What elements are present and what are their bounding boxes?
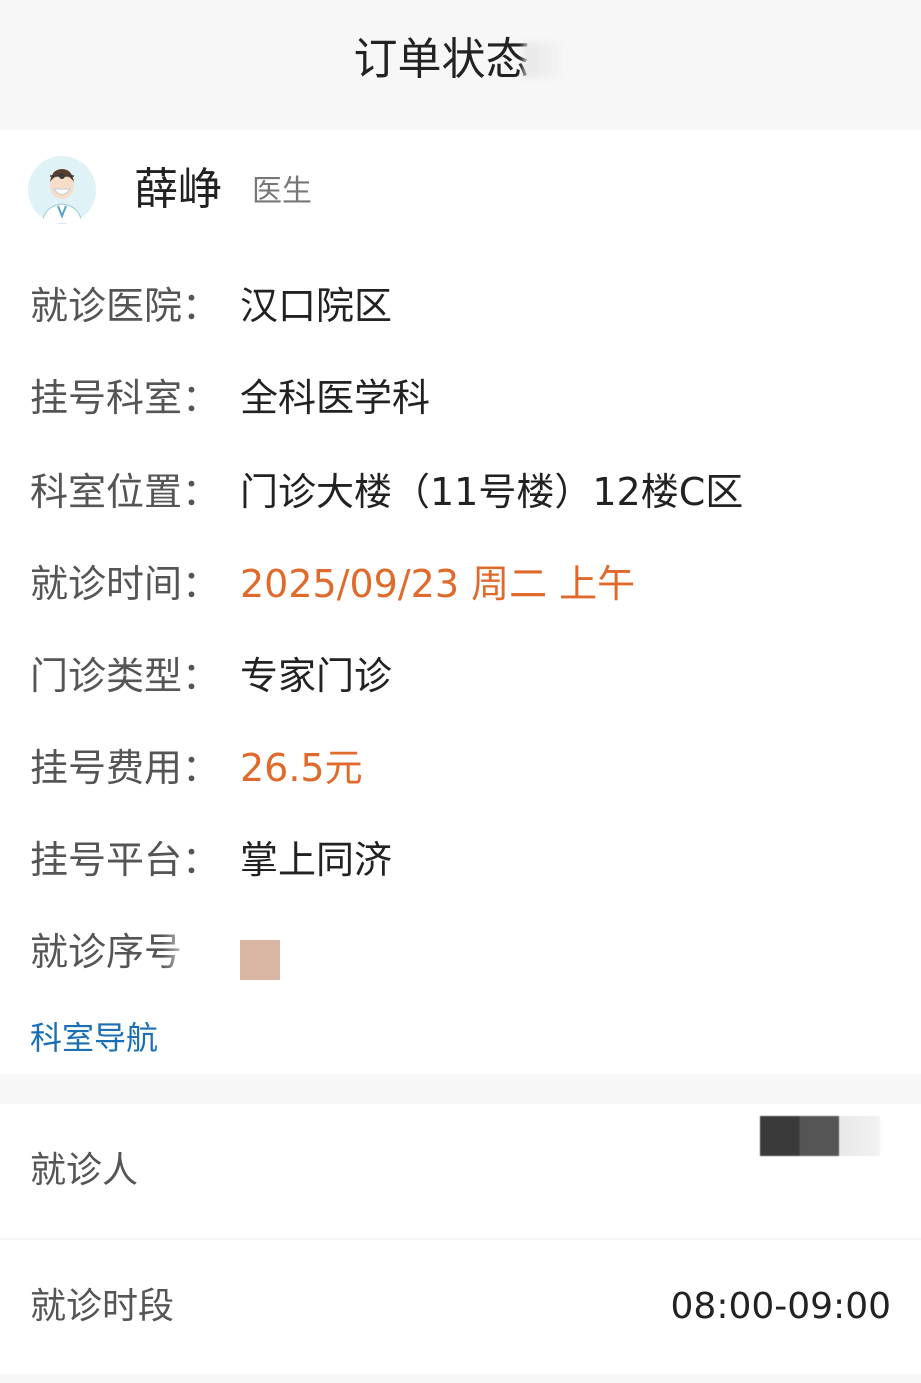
department-label: 挂号科室： bbox=[30, 376, 221, 420]
patient-label: 就诊人 bbox=[30, 1150, 139, 1191]
info-row-fee: 挂号费用： 26.5元 bbox=[30, 742, 363, 794]
info-row-department: 挂号科室： 全科医学科 bbox=[30, 372, 430, 424]
doctor-name: 薛峥 bbox=[134, 164, 222, 215]
doctor-card[interactable]: 薛峥 医生 bbox=[0, 130, 921, 253]
patient-row[interactable]: 就诊人 bbox=[0, 1104, 921, 1239]
page-title-text: 订单状态 bbox=[353, 34, 530, 85]
sequence-redacted-value bbox=[240, 940, 280, 980]
visit-period-label: 就诊时段 bbox=[30, 1286, 175, 1327]
clinic-type-value: 专家门诊 bbox=[240, 654, 393, 698]
visit-time-value: 2025/09/23 周二 上午 bbox=[240, 562, 636, 606]
info-row-location: 科室位置： 门诊大楼（11号楼）12楼C区 bbox=[30, 466, 743, 518]
registration-info-card: 就诊医院： 汉口院区 挂号科室： 全科医学科 科室位置： 门诊大楼（11号楼）1… bbox=[0, 252, 921, 1074]
clinic-type-label: 门诊类型： bbox=[30, 654, 221, 698]
info-row-clinic-type: 门诊类型： 专家门诊 bbox=[30, 650, 392, 702]
fee-label: 挂号费用： bbox=[30, 746, 221, 790]
hospital-label: 就诊医院： bbox=[30, 284, 221, 328]
visit-period-row: 就诊时段 08:00-09:00 bbox=[0, 1240, 921, 1374]
doctor-role: 医生 bbox=[252, 174, 312, 209]
visit-period-value: 08:00-09:00 bbox=[670, 1286, 891, 1327]
page-title: 订单状态 bbox=[0, 34, 921, 86]
location-value: 门诊大楼（11号楼）12楼C区 bbox=[240, 470, 744, 514]
hospital-value: 汉口院区 bbox=[240, 284, 393, 328]
info-row-sequence: 就诊序号 bbox=[30, 926, 280, 980]
visit-time-label: 就诊时间： bbox=[30, 562, 221, 606]
info-row-hospital: 就诊医院： 汉口院区 bbox=[30, 280, 392, 332]
title-blur-overlay bbox=[523, 42, 568, 78]
location-label: 科室位置： bbox=[30, 470, 221, 514]
platform-label: 挂号平台： bbox=[30, 838, 221, 882]
order-status-page: 订单状态 薛峥 医生 就诊医院： 汉口院区 挂号科室： 全科医学科 科室位置： … bbox=[0, 0, 921, 1383]
doctor-avatar-icon bbox=[28, 156, 96, 224]
header-bar: 订单状态 bbox=[0, 0, 921, 126]
sequence-label-text: 就诊序号 bbox=[30, 930, 183, 974]
info-row-platform: 挂号平台： 掌上同济 bbox=[30, 834, 392, 886]
department-value: 全科医学科 bbox=[240, 376, 431, 420]
department-navigation-link[interactable]: 科室导航 bbox=[30, 1018, 158, 1058]
info-row-visit-time: 就诊时间： 2025/09/23 周二 上午 bbox=[30, 558, 635, 610]
sequence-label: 就诊序号 bbox=[30, 926, 240, 978]
platform-value: 掌上同济 bbox=[240, 838, 393, 882]
sequence-label-fade bbox=[162, 931, 193, 971]
patient-name-redacted bbox=[760, 1116, 880, 1156]
fee-value: 26.5元 bbox=[240, 746, 363, 790]
